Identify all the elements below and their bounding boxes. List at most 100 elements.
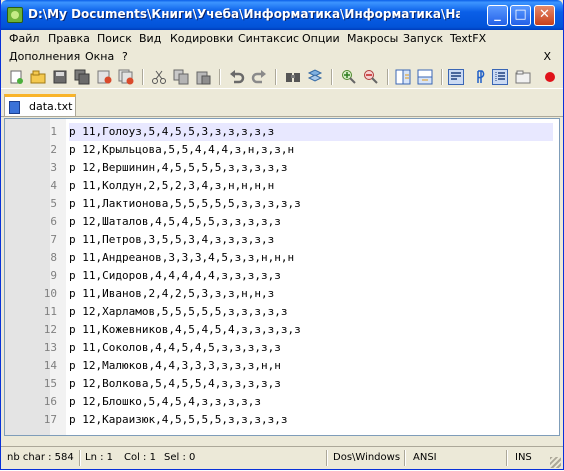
line-number: 1 [50, 125, 57, 138]
save-icon[interactable] [52, 69, 68, 85]
redo-icon[interactable] [251, 69, 267, 85]
editor-line[interactable]: 4 p 11,Колдун,2,5,2,3,4,з,н,н,н,н [5, 177, 559, 195]
editor-line[interactable]: 10 p 11,Иванов,2,4,2,5,3,з,з,н,н,з [5, 285, 559, 303]
status-separator [79, 450, 81, 466]
record-macro-icon[interactable] [542, 69, 558, 85]
editor-line[interactable]: 3 p 12,Вершинин,4,5,5,5,5,з,з,з,з,з [5, 159, 559, 177]
menu-macros[interactable]: Макросы [347, 32, 398, 45]
line-text[interactable]: p 11,Голоуз,5,4,5,5,3,з,з,з,з,з [69, 123, 553, 141]
editor-line[interactable]: 12 p 11,Кожевников,4,5,4,5,4,з,з,з,з,з [5, 321, 559, 339]
editor-line[interactable]: 15 p 12,Волкова,5,4,5,5,4,з,з,з,з,з [5, 375, 559, 393]
window-title: D:\My Documents\Книги\Учеба\Информатика\… [28, 7, 460, 21]
new-file-icon[interactable] [8, 69, 24, 85]
line-number: 3 [50, 161, 57, 174]
close-all-icon[interactable] [118, 69, 134, 85]
cut-icon[interactable] [151, 69, 167, 85]
menu-help[interactable]: ? [122, 50, 128, 63]
status-separator [404, 450, 406, 466]
status-encoding: ANSI [413, 452, 437, 463]
editor-line[interactable]: 8 p 11,Андреанов,3,3,3,4,5,з,з,н,н,н [5, 249, 559, 267]
editor-line[interactable]: 1 p 11,Голоуз,5,4,5,5,3,з,з,з,з,з [5, 123, 559, 141]
toolbar-separator [441, 69, 443, 85]
word-wrap-icon[interactable] [448, 69, 464, 85]
status-bar: nb char : 584 Ln : 1 Col : 1 Sel : 0 Dos… [1, 446, 563, 469]
toolbar-separator [387, 69, 389, 85]
resize-grip[interactable] [550, 457, 561, 468]
line-text[interactable]: p 12,Караизюк,4,5,5,5,5,з,з,з,з,з [69, 411, 553, 429]
menu-edit[interactable]: Правка [48, 32, 90, 45]
indent-guide-icon[interactable] [492, 69, 508, 85]
replace-icon[interactable] [307, 69, 323, 85]
editor-lines: 1 p 11,Голоуз,5,4,5,5,3,з,з,з,з,з 2 p 12,Кр… [5, 123, 559, 429]
save-all-icon[interactable] [74, 69, 90, 85]
line-text[interactable]: p 11,Иванов,2,4,2,5,3,з,з,н,н,з [69, 285, 553, 303]
menu-window[interactable]: Окна [85, 50, 114, 63]
menu-syntax[interactable]: Синтаксис [238, 32, 299, 45]
toolbar-separator [142, 69, 144, 85]
editor-line[interactable]: 2 p 12,Крыльцова,5,5,4,4,4,з,н,з,з,н [5, 141, 559, 159]
editor-line[interactable]: 7 p 11,Петров,3,5,5,3,4,з,з,з,з,з [5, 231, 559, 249]
menu-run[interactable]: Запуск [403, 32, 443, 45]
line-text[interactable]: p 12,Харламов,5,5,5,5,5,з,з,з,з,з [69, 303, 553, 321]
menu-file[interactable]: Файл [9, 32, 39, 45]
show-all-chars-icon[interactable] [470, 69, 486, 85]
menu-plugins[interactable]: Дополнения [9, 50, 80, 63]
status-line: Ln : 1 [85, 452, 113, 463]
open-file-icon[interactable] [30, 69, 46, 85]
close-button[interactable]: ✕ [534, 5, 555, 26]
line-text[interactable]: p 11,Лактионова,5,5,5,5,5,з,з,з,з,з [69, 195, 553, 213]
line-text[interactable]: p 12,Шаталов,4,5,4,5,5,з,з,з,з,з [69, 213, 553, 231]
menu-options[interactable]: Опции [302, 32, 340, 45]
menu-view[interactable]: Вид [139, 32, 161, 45]
line-text[interactable]: p 12,Волкова,5,4,5,5,4,з,з,з,з,з [69, 375, 553, 393]
editor-line[interactable]: 11 p 12,Харламов,5,5,5,5,5,з,з,з,з,з [5, 303, 559, 321]
line-number: 14 [43, 359, 57, 372]
sync-horizontal-icon[interactable] [417, 69, 433, 85]
line-text[interactable]: p 11,Кожевников,4,5,4,5,4,з,з,з,з,з [69, 321, 553, 339]
menu-encoding[interactable]: Кодировки [170, 32, 233, 45]
menu-textfx[interactable]: TextFX [450, 32, 486, 45]
toolbar-separator [331, 69, 333, 85]
editor-line[interactable]: 5 p 11,Лактионова,5,5,5,5,5,з,з,з,з,з [5, 195, 559, 213]
close-icon[interactable] [96, 69, 112, 85]
line-text[interactable]: p 12,Крыльцова,5,5,4,4,4,з,н,з,з,н [69, 141, 553, 159]
status-sel: Sel : 0 [164, 452, 196, 463]
line-text[interactable]: p 11,Андреанов,3,3,3,4,5,з,з,н,н,н [69, 249, 553, 267]
line-text[interactable]: p 11,Сидоров,4,4,4,4,4,з,з,з,з,з [69, 267, 553, 285]
line-text[interactable]: p 11,Колдун,2,5,2,3,4,з,н,н,н,н [69, 177, 553, 195]
close-document-x[interactable]: X [543, 50, 551, 63]
line-text[interactable]: p 12,Вершинин,4,5,5,5,5,з,з,з,з,з [69, 159, 553, 177]
editor-line[interactable]: 16 p 12,Блошко,5,4,5,4,з,з,з,з,з [5, 393, 559, 411]
tab-label: data.txt [29, 100, 73, 113]
line-number: 8 [50, 251, 57, 264]
editor-line[interactable]: 9 p 11,Сидоров,4,4,4,4,4,з,з,з,з,з [5, 267, 559, 285]
paste-icon[interactable] [195, 69, 211, 85]
sync-vertical-icon[interactable] [395, 69, 411, 85]
editor-area[interactable]: 1 p 11,Голоуз,5,4,5,5,3,з,з,з,з,з 2 p 12,Кр… [4, 118, 560, 436]
line-text[interactable]: p 12,Малюков,4,4,3,3,3,з,з,з,н,н [69, 357, 553, 375]
editor-line[interactable]: 17 p 12,Караизюк,4,5,5,5,5,з,з,з,з,з [5, 411, 559, 429]
notepad-window: D:\My Documents\Книги\Учеба\Информатика\… [0, 0, 564, 470]
line-text[interactable]: p 11,Соколов,4,4,5,4,5,з,з,з,з,з [69, 339, 553, 357]
menu-bar: Файл Правка Поиск Вид Кодировки Синтакси… [1, 30, 563, 48]
notepad-app-icon [7, 7, 23, 23]
folder-icon[interactable] [515, 69, 531, 85]
line-text[interactable]: p 11,Петров,3,5,5,3,4,з,з,з,з,з [69, 231, 553, 249]
title-bar[interactable]: D:\My Documents\Книги\Учеба\Информатика\… [1, 0, 563, 30]
status-char-count: nb char : 584 [7, 452, 74, 463]
find-icon[interactable] [285, 69, 301, 85]
zoom-out-icon[interactable] [363, 69, 379, 85]
maximize-button[interactable]: □ [510, 5, 531, 26]
menu-bar-row-2: Дополнения Окна ? X [1, 48, 563, 66]
editor-line[interactable]: 14 p 12,Малюков,4,4,3,3,3,з,з,з,н,н [5, 357, 559, 375]
editor-line[interactable]: 6 p 12,Шаталов,4,5,4,5,5,з,з,з,з,з [5, 213, 559, 231]
editor-line[interactable]: 13 p 11,Соколов,4,4,5,4,5,з,з,з,з,з [5, 339, 559, 357]
minimize-button[interactable]: _ [487, 5, 508, 26]
line-number: 11 [43, 305, 57, 318]
line-text[interactable]: p 12,Блошко,5,4,5,4,з,з,з,з,з [69, 393, 553, 411]
menu-search[interactable]: Поиск [97, 32, 132, 45]
undo-icon[interactable] [229, 69, 245, 85]
tab-data-txt[interactable]: data.txt [4, 94, 76, 116]
zoom-in-icon[interactable] [341, 69, 357, 85]
copy-icon[interactable] [173, 69, 189, 85]
